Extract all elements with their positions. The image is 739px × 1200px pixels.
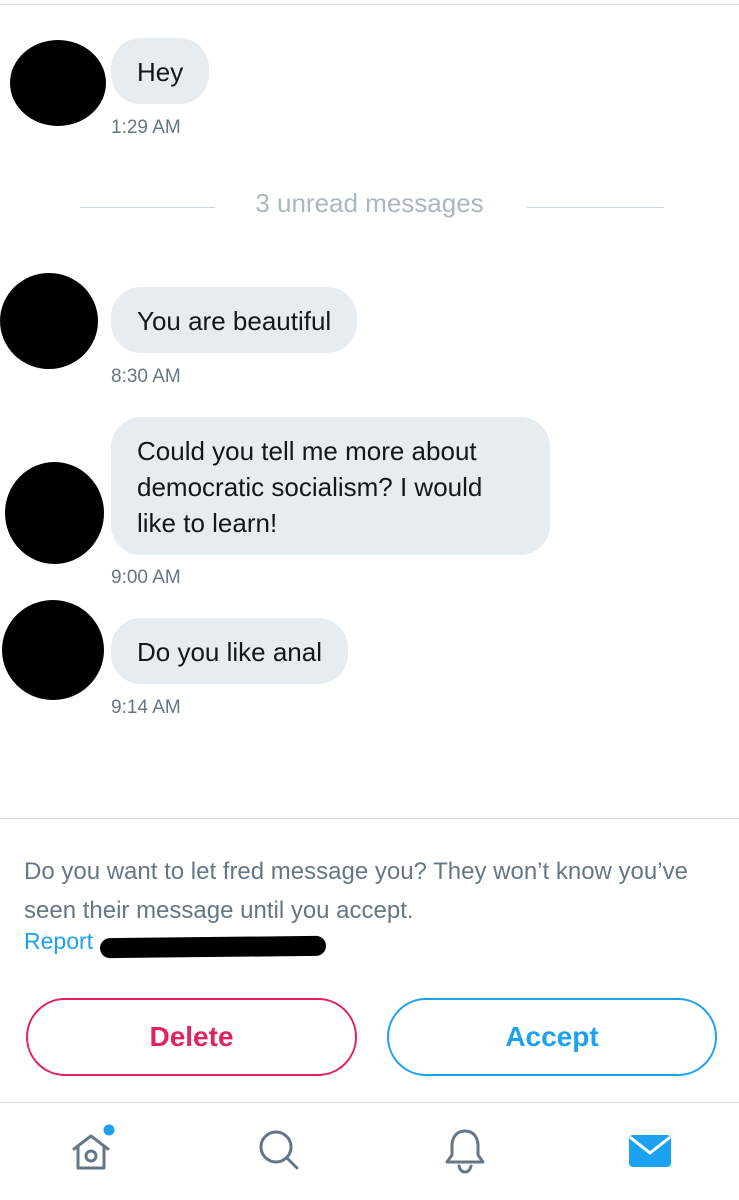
home-icon bbox=[72, 1124, 115, 1170]
tab-notifications[interactable] bbox=[437, 1122, 493, 1178]
message-timestamp: 9:14 AM bbox=[111, 697, 181, 718]
message-bubble: Do you like anal bbox=[111, 618, 348, 684]
notifications-bell-icon bbox=[445, 1129, 485, 1174]
messages-envelope-icon bbox=[629, 1135, 671, 1167]
message-text: You are beautiful bbox=[137, 306, 332, 336]
report-link[interactable]: Report bbox=[24, 928, 93, 955]
accept-button[interactable]: Accept bbox=[387, 998, 717, 1076]
request-panel-divider bbox=[0, 818, 739, 819]
new-content-badge bbox=[103, 1124, 115, 1136]
redaction-mark bbox=[99, 935, 327, 959]
message-text: Could you tell me more about democratic … bbox=[137, 436, 483, 538]
unread-messages-label: 3 unread messages bbox=[255, 188, 484, 218]
sender-avatar[interactable] bbox=[0, 273, 98, 369]
message-timestamp: 8:30 AM bbox=[111, 366, 181, 387]
search-icon bbox=[259, 1130, 299, 1170]
top-divider bbox=[0, 4, 739, 5]
tab-messages[interactable] bbox=[622, 1122, 678, 1178]
message-request-prompt: Do you want to let fred message you? The… bbox=[24, 858, 688, 924]
message-text: Hey bbox=[137, 57, 184, 87]
message-text: Do you like anal bbox=[137, 637, 322, 667]
message-timestamp: 1:29 AM bbox=[111, 117, 181, 138]
tab-bar-divider bbox=[0, 1102, 739, 1103]
delete-button[interactable]: Delete bbox=[26, 998, 357, 1076]
message-bubble: Hey bbox=[111, 38, 210, 104]
sender-avatar[interactable] bbox=[10, 40, 106, 126]
message-bubble: You are beautiful bbox=[111, 287, 358, 353]
sender-avatar[interactable] bbox=[2, 600, 104, 700]
tab-home[interactable] bbox=[64, 1122, 120, 1178]
message-bubble: Could you tell me more about democratic … bbox=[111, 417, 550, 555]
message-timestamp: 9:00 AM bbox=[111, 567, 181, 588]
sender-avatar[interactable] bbox=[5, 462, 104, 564]
tab-search[interactable] bbox=[251, 1122, 307, 1178]
dm-conversation-screen: Hey 1:29 AM 3 unread messages You are be… bbox=[0, 0, 739, 1200]
unread-messages-divider: 3 unread messages bbox=[0, 188, 739, 220]
